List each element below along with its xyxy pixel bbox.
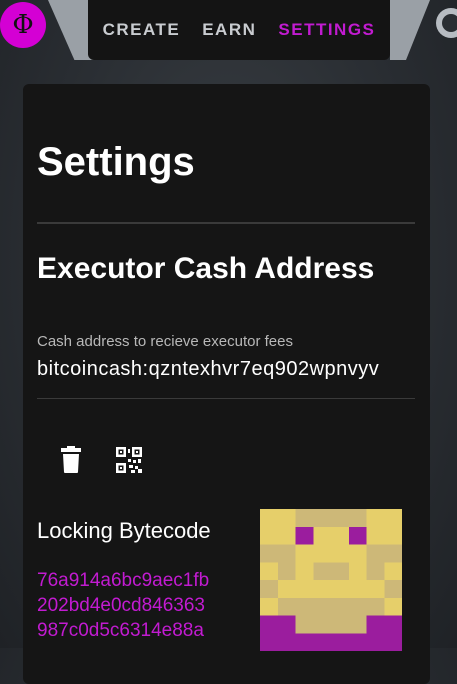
title-divider — [37, 222, 415, 224]
nav-decoration-right — [390, 0, 430, 60]
locking-bytecode-label: Locking Bytecode — [37, 518, 211, 543]
qr-code-icon — [116, 447, 142, 473]
locking-bytecode-value: 76a914a6bc9aec1fb 202bd4e0cd846363 987c0… — [37, 568, 257, 643]
cash-address-input[interactable] — [37, 356, 415, 382]
nav-item-settings[interactable]: SETTINGS — [278, 20, 375, 40]
qr-code-button[interactable] — [116, 446, 142, 474]
cash-address-label: Cash address to recieve executor fees — [37, 333, 293, 350]
page-title: Settings — [37, 140, 195, 184]
bytecode-line: 987c0d5c6314e88a — [37, 620, 204, 641]
nav-item-create[interactable]: CREATE — [103, 20, 181, 40]
section-title: Executor Cash Address — [37, 252, 375, 285]
bytecode-line: 76a914a6bc9aec1fb — [37, 570, 210, 591]
input-underline — [37, 398, 415, 399]
identicon-avatar — [260, 509, 402, 651]
top-navigation-bar: Φ CREATE EARN SETTINGS — [0, 0, 457, 62]
main-nav: CREATE EARN SETTINGS — [88, 0, 390, 60]
app-logo[interactable]: Φ — [0, 2, 46, 48]
delete-button[interactable] — [58, 446, 84, 474]
settings-card: Settings Executor Cash Address Cash addr… — [23, 84, 430, 684]
bytecode-line: 202bd4e0cd846363 — [37, 595, 206, 616]
phi-logo-icon: Φ — [12, 10, 34, 40]
trash-icon — [61, 446, 81, 473]
nav-item-earn[interactable]: EARN — [202, 20, 256, 40]
github-icon[interactable] — [436, 8, 457, 38]
